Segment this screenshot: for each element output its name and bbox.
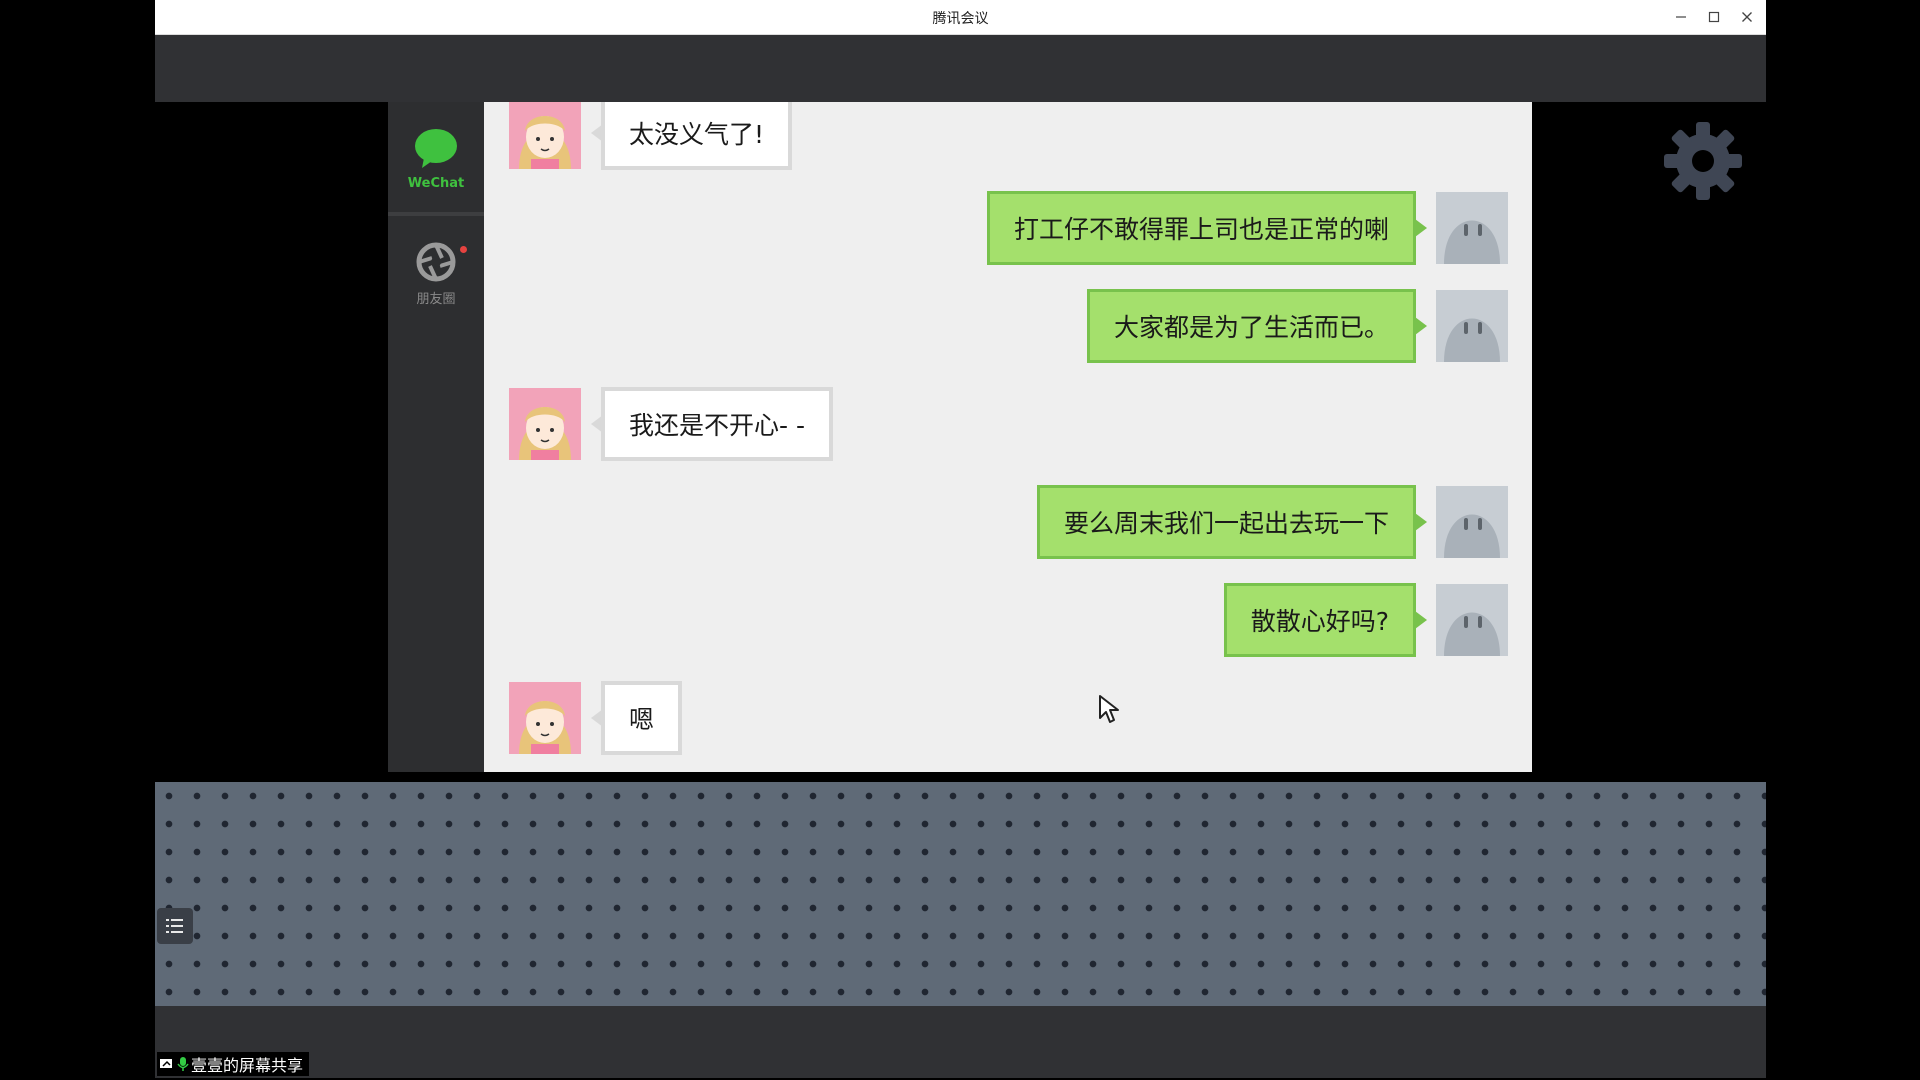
avatar <box>1436 192 1508 264</box>
message-row: 散散心好吗? <box>1223 583 1508 657</box>
close-icon <box>1742 12 1752 22</box>
message-row: 打工仔不敢得罪上司也是正常的喇 <box>986 191 1508 265</box>
message-row: 嗯 <box>509 681 683 755</box>
default-avatar-icon <box>1436 584 1508 656</box>
message-bubble[interactable]: 要么周末我们一起出去玩一下 <box>1036 485 1428 559</box>
default-avatar-icon <box>1436 192 1508 264</box>
notification-dot <box>460 246 467 253</box>
message-row: 我还是不开心- - <box>509 387 833 461</box>
decorative-dot-background <box>155 782 1766 1006</box>
girl-avatar-icon <box>509 388 581 460</box>
message-bubble[interactable]: 大家都是为了生活而已。 <box>1086 289 1428 363</box>
maximize-icon <box>1708 11 1720 23</box>
message-bubble[interactable]: 我还是不开心- - <box>591 387 833 461</box>
message-row: 要么周末我们一起出去玩一下 <box>1036 485 1508 559</box>
minimize-button[interactable] <box>1671 7 1691 27</box>
gear-icon[interactable] <box>1662 120 1744 202</box>
window-title: 腾讯会议 <box>932 11 989 27</box>
wechat-sidebar: WeChat 朋友圈 <box>388 102 484 772</box>
meeting-window: 腾讯会议 WeChat 朋友圈 太没义气了! 打工仔不敢得罪上司也是正常的喇 大… <box>155 0 1766 1078</box>
maximize-button[interactable] <box>1704 7 1724 27</box>
meeting-bottom-bar <box>155 1006 1766 1078</box>
minimize-icon <box>1676 16 1686 18</box>
message-bubble[interactable]: 散散心好吗? <box>1223 583 1428 657</box>
avatar <box>1436 584 1508 656</box>
avatar <box>1436 290 1508 362</box>
girl-avatar-icon <box>509 682 581 754</box>
tab-moments[interactable]: 朋友圈 <box>388 242 484 307</box>
title-bar: 腾讯会议 <box>155 0 1766 35</box>
tab-wechat-label: WeChat <box>407 176 465 191</box>
avatar <box>1436 486 1508 558</box>
share-label-text: 壹壹的屏幕共享 <box>191 1056 304 1075</box>
list-icon <box>166 919 183 933</box>
message-row: 太没义气了! <box>509 102 793 170</box>
close-button[interactable] <box>1737 7 1757 27</box>
member-list-button[interactable] <box>157 908 193 944</box>
screen-share-icon <box>160 1059 172 1068</box>
message-bubble[interactable]: 太没义气了! <box>590 102 793 170</box>
chat-panel: 太没义气了! 打工仔不敢得罪上司也是正常的喇 大家都是为了生活而已。 我还是不开… <box>484 102 1532 772</box>
microphone-icon <box>177 1057 189 1071</box>
chat-bubble-icon <box>415 129 457 168</box>
tab-wechat[interactable]: WeChat <box>388 126 484 191</box>
screen-share-label: 壹壹的屏幕共享 <box>157 1052 310 1076</box>
default-avatar-icon <box>1436 486 1508 558</box>
avatar <box>509 388 581 460</box>
message-bubble[interactable]: 嗯 <box>590 681 683 755</box>
sidebar-divider <box>388 212 484 216</box>
default-avatar-icon <box>1436 290 1508 362</box>
girl-avatar-icon <box>509 102 581 169</box>
mouse-cursor-icon <box>1099 695 1119 723</box>
avatar <box>509 102 581 169</box>
meeting-top-area <box>155 35 1766 102</box>
message-bubble[interactable]: 打工仔不敢得罪上司也是正常的喇 <box>986 191 1428 265</box>
message-row: 大家都是为了生活而已。 <box>1086 289 1508 363</box>
camera-shutter-icon <box>416 242 456 282</box>
tab-moments-label: 朋友圈 <box>416 292 456 307</box>
avatar <box>509 682 581 754</box>
